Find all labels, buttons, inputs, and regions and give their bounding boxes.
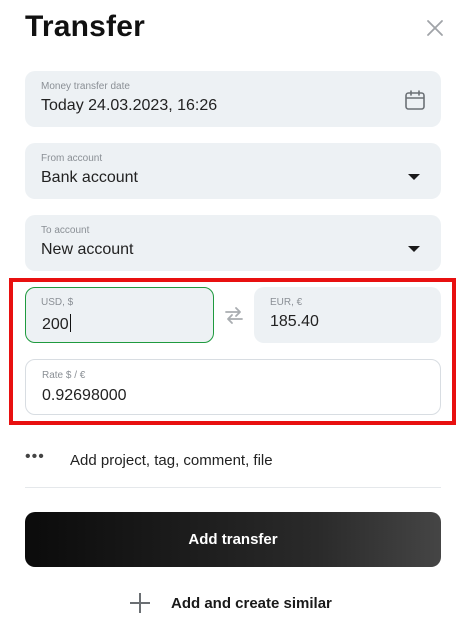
from-account-value: Bank account xyxy=(41,169,138,186)
exchange-rate-input[interactable]: Rate $ / € 0.92698000 xyxy=(25,359,441,415)
exchange-rate-value: 0.92698000 xyxy=(42,387,127,404)
amount-from-input[interactable]: USD, $ 200 xyxy=(25,287,214,343)
more-dots-icon: ••• xyxy=(25,448,45,465)
amount-to-label: EUR, € xyxy=(270,297,303,308)
chevron-down-icon xyxy=(408,174,420,180)
transfer-date-field[interactable]: Money transfer date Today 24.03.2023, 16… xyxy=(25,71,441,127)
swap-icon[interactable] xyxy=(222,303,246,327)
to-account-value: New account xyxy=(41,241,134,258)
amount-from-text: 200 xyxy=(42,316,69,333)
chevron-down-icon xyxy=(408,246,420,252)
amount-to-input[interactable]: EUR, € 185.40 xyxy=(254,287,441,343)
divider xyxy=(25,487,441,488)
close-icon[interactable] xyxy=(424,17,446,39)
amount-from-value: 200 xyxy=(42,314,71,334)
amount-to-value: 185.40 xyxy=(270,313,319,330)
plus-icon xyxy=(130,593,150,613)
add-and-create-similar-label: Add and create similar xyxy=(171,594,332,612)
exchange-rate-label: Rate $ / € xyxy=(42,370,86,381)
from-account-select[interactable]: From account Bank account xyxy=(25,143,441,199)
transfer-date-value: Today 24.03.2023, 16:26 xyxy=(41,97,218,114)
transfer-date-label: Money transfer date xyxy=(41,81,130,92)
amount-from-label: USD, $ xyxy=(41,297,74,308)
to-account-label: To account xyxy=(41,225,90,236)
dialog-title: Transfer xyxy=(25,10,145,43)
add-details-label: Add project, tag, comment, file xyxy=(70,451,273,469)
add-and-create-similar-button[interactable]: Add and create similar xyxy=(128,590,332,616)
add-transfer-button[interactable]: Add transfer xyxy=(25,512,441,567)
from-account-label: From account xyxy=(41,153,103,164)
to-account-select[interactable]: To account New account xyxy=(25,215,441,271)
add-details-button[interactable]: ••• Add project, tag, comment, file xyxy=(25,446,441,474)
text-cursor xyxy=(69,314,71,332)
calendar-icon[interactable] xyxy=(404,89,426,111)
